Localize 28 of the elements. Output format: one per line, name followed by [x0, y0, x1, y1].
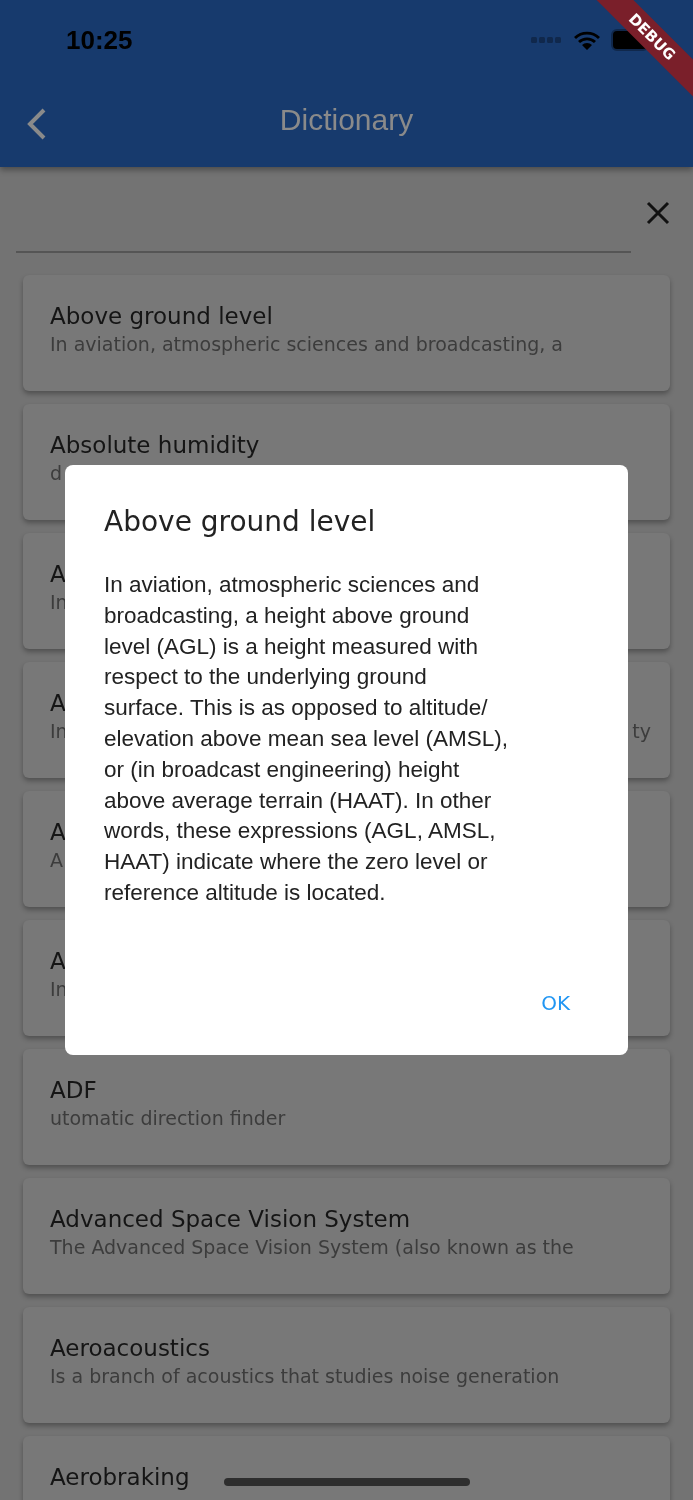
entry-title: Aeroacoustics [50, 1335, 210, 1361]
entry-title: A [50, 561, 66, 587]
entry-subtitle: The Advanced Space Vision System (also known as the [50, 1236, 574, 1258]
entry-card[interactable]: Above ground level In aviation, atmospheric sciences and broadcasting, a [23, 275, 670, 391]
dialog-body: In aviation, atmospheric sciences and broadcasting, a height above ground level (AGL) is a height measured with respect to the underlying ground surface. This is as opposed to altitude/ elevation above mean sea level (AMSL), or (in broadcast engineering) height above average terrain (HAAT). In other words, these expressions (AGL, AMSL, HAAT) indicate where the zero level or reference altitude is located. [104, 571, 508, 907]
status-time: 10:25 [66, 24, 133, 56]
entry-title: Advanced Space Vision System [50, 1206, 411, 1232]
entry-subtitle: utomatic direction finder [50, 1107, 286, 1129]
entry-card[interactable]: Advanced Space Vision System The Advanced Space Vision System (also known as the [23, 1178, 670, 1294]
signal-icon [531, 36, 563, 44]
entry-subtitle: In aviation, atmospheric sciences and broadcasting, a [50, 333, 563, 355]
entry-title: A [50, 819, 66, 845]
entry-subtitle: d [50, 462, 63, 484]
entry-subtitle: ty [632, 720, 651, 742]
entry-subtitle: Is a branch of acoustics that studies noise generation [50, 1365, 560, 1387]
entry-card[interactable]: ADF utomatic direction finder [23, 1049, 670, 1165]
entry-card[interactable]: Aerobraking [23, 1436, 670, 1500]
entry-title: Above ground level [50, 303, 273, 329]
entry-title: A [50, 690, 66, 716]
entry-title: ADF [50, 1077, 97, 1103]
wifi-icon [573, 30, 601, 50]
entry-card[interactable]: Aeroacoustics Is a branch of acoustics that studies noise generation [23, 1307, 670, 1423]
app-title: Dictionary [279, 102, 414, 137]
entry-title: A [50, 948, 66, 974]
entry-title: Absolute humidity [50, 432, 260, 458]
entry-title: Aerobraking [50, 1464, 190, 1490]
entry-subtitle: A [50, 849, 63, 871]
ok-button[interactable]: OK [533, 987, 578, 1019]
